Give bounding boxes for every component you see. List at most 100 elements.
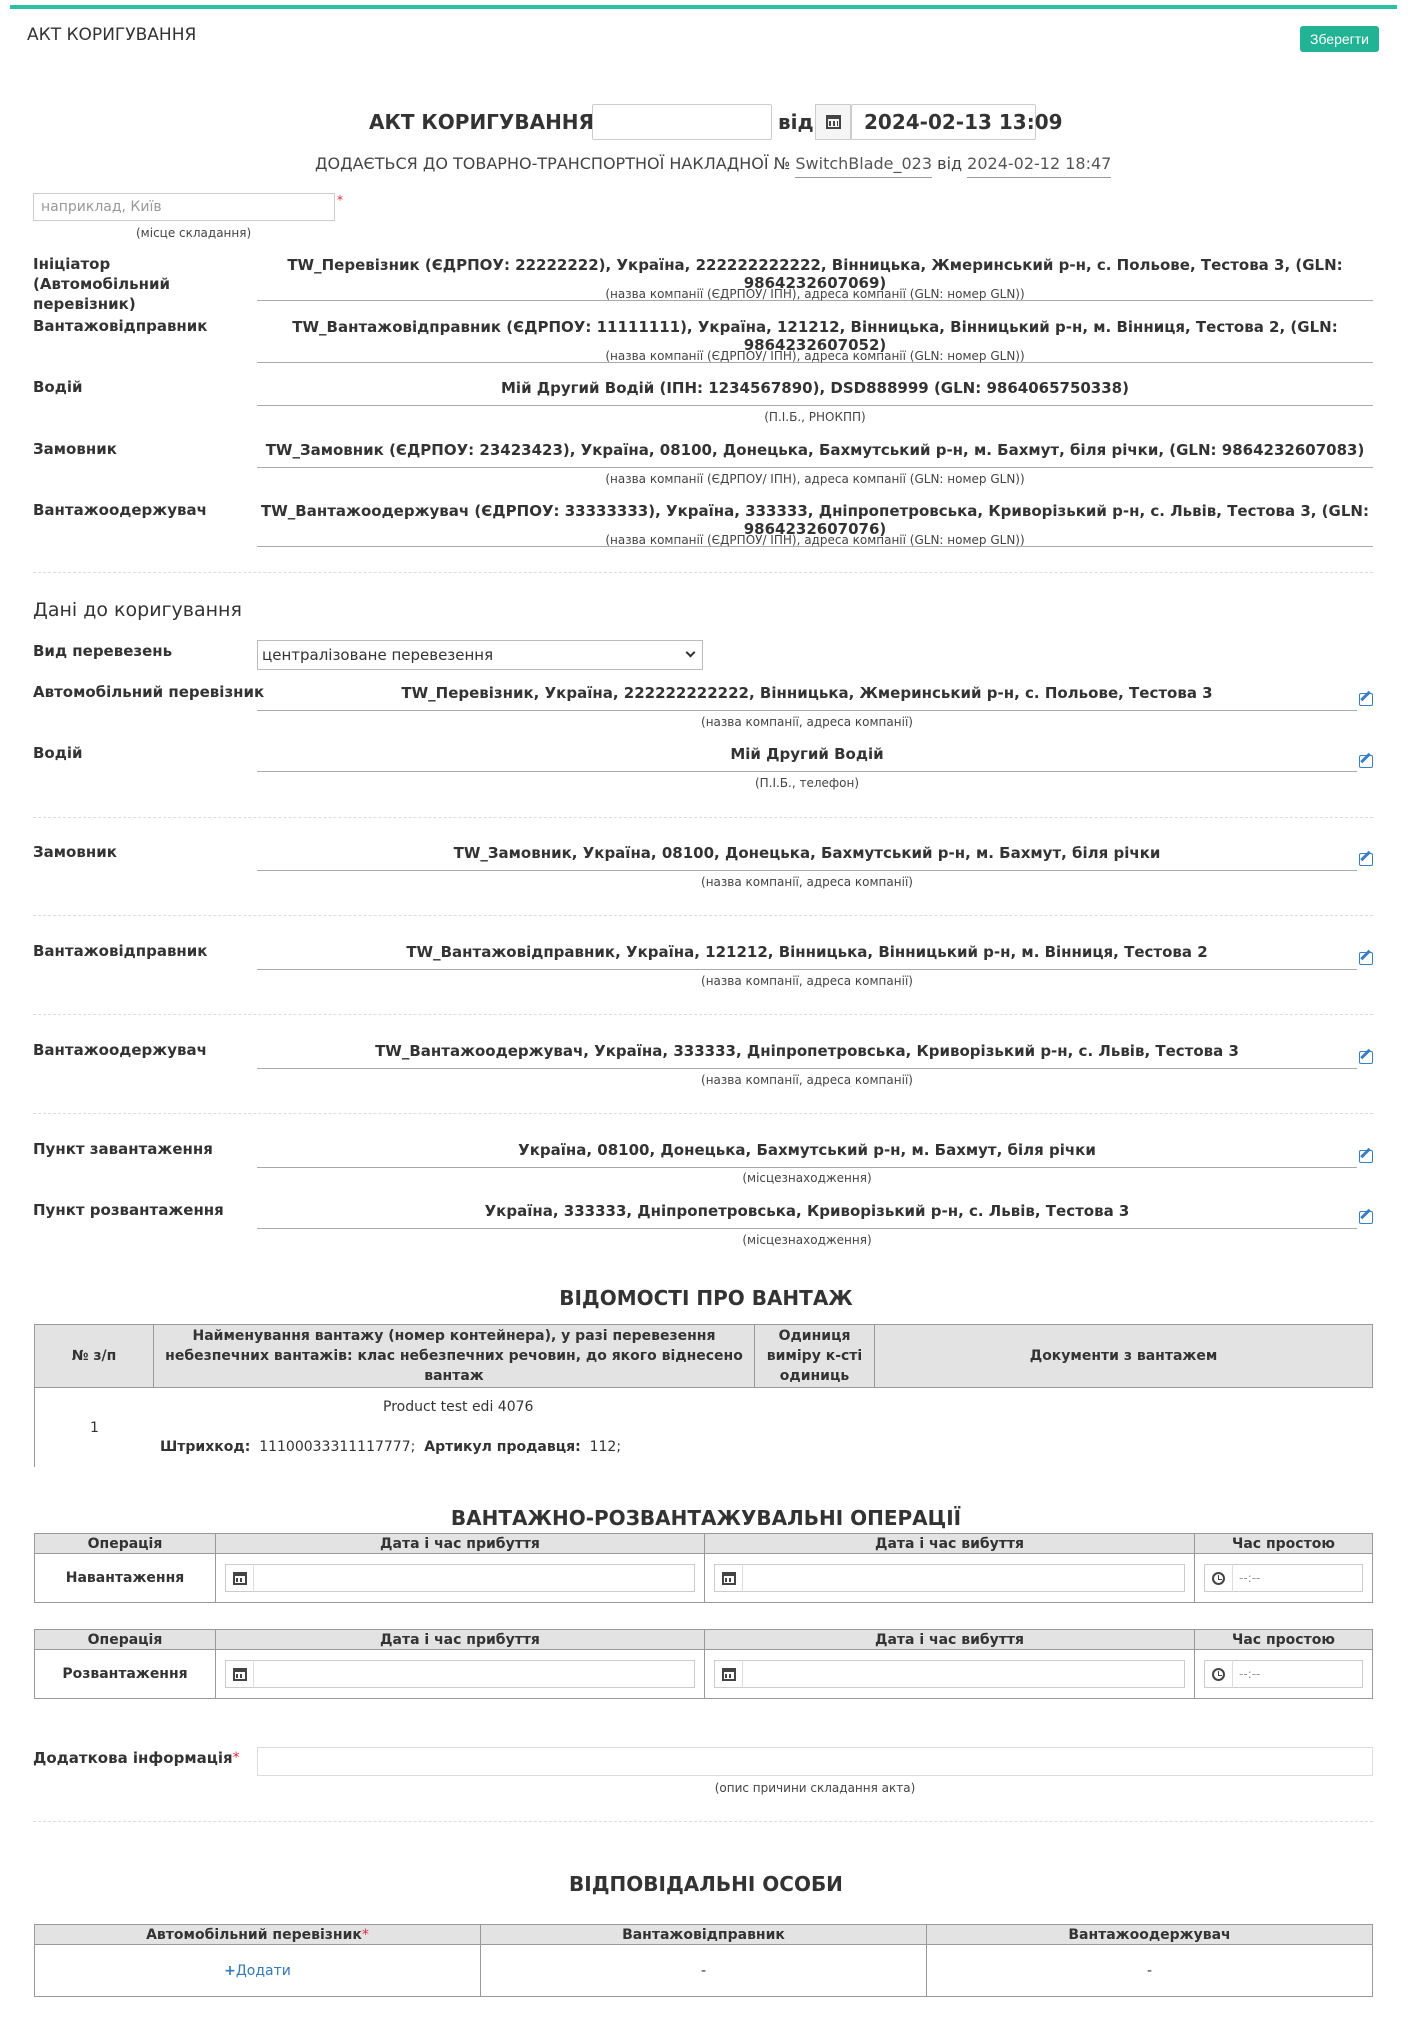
- required-mark: *: [337, 193, 343, 207]
- loading-point-value: Україна, 08100, Донецька, Бахмутський р-…: [257, 1141, 1357, 1168]
- unloading-departure-input[interactable]: [714, 1660, 1185, 1688]
- divider: [33, 915, 1373, 916]
- unloading-downtime-input[interactable]: --:--: [1204, 1660, 1363, 1688]
- save-button[interactable]: Зберегти: [1300, 26, 1379, 52]
- divider: [33, 1113, 1373, 1114]
- initiator-label: Ініціатор (Автомобільний перевізник): [33, 255, 170, 313]
- page: АКТ КОРИГУВАННЯ Зберегти АКТ КОРИГУВАННЯ…: [0, 0, 1412, 2024]
- responsible-header-shipper: Вантажовідправник: [480, 1924, 927, 1945]
- departure-header: Дата і час вибуття: [704, 1533, 1195, 1554]
- additional-info-label: Додаткова інформація*: [33, 1749, 240, 1767]
- loading-downtime-input[interactable]: --:--: [1204, 1564, 1363, 1592]
- correction-consignee-label: Вантажоодержувач: [33, 1041, 207, 1059]
- correction-customer-value: TW_Замовник, Україна, 08100, Донецька, Б…: [257, 844, 1357, 871]
- correction-consignee-hint: (назва компанії, адреса компанії): [701, 1073, 913, 1087]
- customer-hint: (назва компанії (ЄДРПОУ/ ІПН), адреса ко…: [605, 472, 1025, 486]
- barcode-label: Штрихкод:: [160, 1439, 251, 1455]
- time-placeholder: --:--: [1239, 1667, 1261, 1681]
- driver-hint: (П.І.Б., РНОКПП): [764, 410, 866, 424]
- calendar-icon: [721, 1667, 736, 1681]
- waybill-line: ДОДАЄТЬСЯ ДО ТОВАРНО-ТРАНСПОРТНОЇ НАКЛАД…: [315, 154, 1112, 178]
- cargo-row-codes: Штрихкод: 11100033311117777; Артикул про…: [160, 1439, 621, 1455]
- unloading-arrival-input[interactable]: [225, 1660, 695, 1688]
- additional-info-input[interactable]: [257, 1747, 1373, 1776]
- correction-carrier-value: TW_Перевізник, Україна, 222222222222, Ві…: [257, 684, 1357, 711]
- clock-icon: [1212, 1571, 1225, 1585]
- act-number-input[interactable]: [592, 104, 772, 140]
- transport-type-label: Вид перевезень: [33, 642, 173, 660]
- correction-shipper-value: TW_Вантажовідправник, Україна, 121212, В…: [257, 943, 1357, 970]
- barcode-value: 11100033311117777;: [259, 1439, 416, 1455]
- correction-driver-label: Водій: [33, 744, 83, 762]
- transport-type-select[interactable]: централізоване перевезення: [257, 640, 703, 670]
- divider: [33, 1014, 1373, 1015]
- act-from-label: від: [778, 110, 814, 134]
- edit-icon[interactable]: [1359, 693, 1373, 706]
- edit-icon[interactable]: [1359, 853, 1373, 866]
- correction-carrier-hint: (назва компанії, адреса компанії): [701, 715, 913, 729]
- loading-table: Операція Дата і час прибуття Дата і час …: [34, 1533, 1373, 1603]
- waybill-label: ДОДАЄТЬСЯ ДО ТОВАРНО-ТРАНСПОРТНОЇ НАКЛАД…: [315, 154, 791, 173]
- correction-shipper-hint: (назва компанії, адреса компанії): [701, 974, 913, 988]
- loading-label: Навантаження: [34, 1553, 216, 1603]
- responsible-title: ВІДПОВІДАЛЬНІ ОСОБИ: [569, 1872, 843, 1896]
- place-input[interactable]: наприклад, Київ: [33, 193, 335, 221]
- downtime-header: Час простою: [1194, 1533, 1373, 1554]
- initiator-hint: (назва компанії (ЄДРПОУ/ ІПН), адреса ко…: [605, 287, 1025, 301]
- arrival-header: Дата і час прибуття: [215, 1629, 705, 1650]
- article-value: 112;: [589, 1439, 622, 1455]
- calendar-icon: [232, 1571, 247, 1585]
- divider: [33, 572, 1373, 573]
- cargo-row: 1 Product test edi 4076 Штрихкод: 111000…: [34, 1387, 1373, 1467]
- add-responsible-link[interactable]: +Додати: [224, 1963, 291, 1979]
- cargo-row-name: Product test edi 4076: [383, 1399, 534, 1415]
- transport-type-value: централізоване перевезення: [262, 646, 494, 664]
- cargo-header-unit: Одиниця виміру к-сті одиниць: [754, 1324, 875, 1388]
- clock-icon: [1212, 1667, 1225, 1681]
- op-header: Операція: [34, 1533, 216, 1554]
- unloading-point-label: Пункт розвантаження: [33, 1201, 224, 1219]
- waybill-date[interactable]: 2024-02-12 18:47: [967, 154, 1112, 178]
- loading-departure-input[interactable]: [714, 1564, 1185, 1592]
- correction-driver-hint: (П.І.Б., телефон): [754, 776, 860, 790]
- correction-shipper-label: Вантажовідправник: [33, 942, 208, 960]
- shipper-label: Вантажовідправник: [33, 317, 208, 335]
- downtime-header: Час простою: [1194, 1629, 1373, 1650]
- page-title: АКТ КОРИГУВАННЯ: [27, 25, 197, 45]
- driver-value: Мій Другий Водій (ІПН: 1234567890), DSD8…: [257, 379, 1373, 406]
- act-date-calendar-button[interactable]: [815, 104, 851, 140]
- edit-icon[interactable]: [1359, 1051, 1373, 1064]
- customer-label: Замовник: [33, 440, 117, 458]
- responsible-shipper-cell: -: [480, 1944, 927, 1997]
- correction-carrier-label: Автомобільний перевізник: [33, 683, 265, 701]
- correction-customer-label: Замовник: [33, 843, 117, 861]
- loading-point-hint: (місцезнаходження): [742, 1171, 872, 1185]
- edit-icon[interactable]: [1359, 1211, 1373, 1224]
- op-header: Операція: [34, 1629, 216, 1650]
- divider: [33, 817, 1373, 818]
- edit-icon[interactable]: [1359, 952, 1373, 965]
- edit-icon[interactable]: [1359, 1150, 1373, 1163]
- article-label: Артикул продавця:: [424, 1439, 581, 1455]
- waybill-number[interactable]: SwitchBlade_023: [795, 154, 933, 178]
- cargo-header-docs: Документи з вантажем: [874, 1324, 1373, 1388]
- responsible-carrier-cell: +Додати: [34, 1944, 481, 1997]
- consignee-label: Вантажоодержувач: [33, 501, 207, 519]
- unloading-point-hint: (місцезнаходження): [742, 1233, 872, 1247]
- time-placeholder: --:--: [1239, 1571, 1261, 1585]
- customer-value: TW_Замовник (ЄДРПОУ: 23423423), Україна,…: [257, 441, 1373, 468]
- loading-arrival-input[interactable]: [225, 1564, 695, 1592]
- cargo-table: № з/п Найменування вантажу (номер контей…: [34, 1324, 1373, 1388]
- calendar-icon: [232, 1667, 247, 1681]
- edit-icon[interactable]: [1359, 755, 1373, 768]
- correction-driver-value: Мій Другий Водій: [257, 745, 1357, 772]
- loading-point-label: Пункт завантаження: [33, 1140, 213, 1158]
- additional-info-hint: (опис причини складання акта): [714, 1781, 916, 1795]
- cargo-title: ВІДОМОСТІ ПРО ВАНТАЖ: [559, 1286, 853, 1310]
- divider: [33, 1821, 1373, 1822]
- departure-header: Дата і час вибуття: [704, 1629, 1195, 1650]
- responsible-table: Автомобільний перевізник* Вантажовідправ…: [34, 1924, 1373, 1997]
- operations-title: ВАНТАЖНО-РОЗВАНТАЖУВАЛЬНІ ОПЕРАЦІЇ: [450, 1506, 962, 1530]
- correction-consignee-value: TW_Вантажоодержувач, Україна, 333333, Дн…: [257, 1042, 1357, 1069]
- place-hint: (місце складання): [136, 226, 252, 240]
